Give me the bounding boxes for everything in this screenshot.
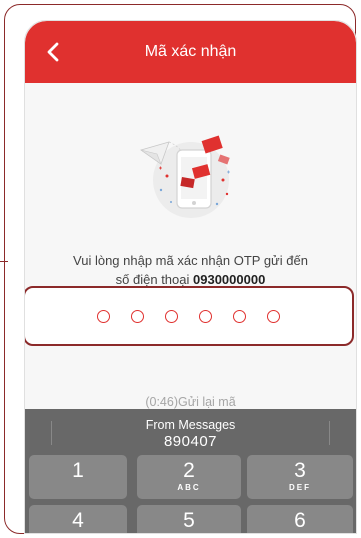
key-number: 4 [72, 509, 84, 532]
otp-autofill-suggestion[interactable]: From Messages 890407 [25, 409, 356, 457]
key-2[interactable]: 2 ABC [137, 455, 241, 499]
suggestion-code: 890407 [163, 433, 218, 450]
key-letters: ABC [177, 483, 201, 492]
otp-digit-slot [233, 309, 246, 323]
instruction-line-1: Vui lòng nhập mã xác nhận OTP gửi đến [73, 253, 308, 268]
key-letters: DEF [289, 483, 311, 492]
key-3[interactable]: 3 DEF [247, 455, 353, 499]
resend-row: (0:46)Gửi lại mã [25, 395, 356, 409]
page-title: Mã xác nhận [144, 43, 237, 60]
key-number: 2 [183, 459, 195, 482]
key-number: 6 [294, 509, 306, 532]
otp-digit-slot [97, 309, 110, 323]
resend-link[interactable]: Gửi lại mã [178, 395, 236, 409]
key-4[interactable]: 4 [29, 505, 127, 533]
resend-countdown: (0:46) [145, 395, 178, 409]
otp-digit-slot [165, 309, 178, 323]
otp-digit-slot [131, 309, 144, 323]
otp-content: Vui lòng nhập mã xác nhận OTP gửi đến số… [25, 83, 356, 409]
back-button[interactable] [39, 38, 67, 66]
key-number: 1 [72, 459, 84, 482]
key-number: 3 [294, 459, 306, 482]
otp-digit-slot [199, 309, 212, 323]
phone-number: 0930000000 [193, 272, 266, 287]
key-number: 5 [183, 509, 195, 532]
suggestion-title: From Messages [145, 418, 236, 432]
key-5[interactable]: 5 [137, 505, 241, 533]
key-6[interactable]: 6 [247, 505, 353, 533]
numeric-keyboard: From Messages 890407 1 2 ABC 3 DEF 4 5 6 [25, 409, 356, 533]
otp-instruction: Vui lòng nhập mã xác nhận OTP gửi đến số… [25, 251, 356, 289]
otp-illustration-icon [140, 135, 230, 218]
side-connector-line [0, 261, 8, 262]
key-1[interactable]: 1 [29, 455, 127, 499]
instruction-prefix: số điện thoại [115, 272, 190, 287]
chevron-left-icon [47, 42, 59, 62]
app-header: Mã xác nhận [25, 21, 356, 83]
otp-digit-slot [267, 309, 280, 323]
otp-input[interactable] [25, 286, 354, 346]
phone-screen: Mã xác nhận Vui lòng nhập mã xác nhận OT… [24, 20, 357, 534]
